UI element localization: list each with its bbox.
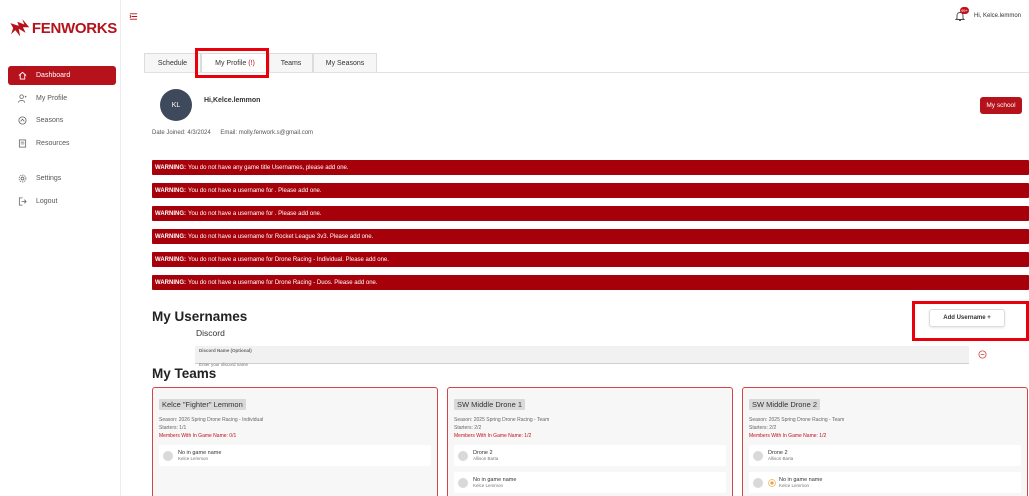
topbar-greeting: Hi, Kelce.lemmon bbox=[973, 13, 1021, 19]
warning-banner: WARNING: You do not have a username for .… bbox=[152, 183, 1029, 198]
warning-banner: WARNING: You do not have a username for D… bbox=[152, 275, 1029, 290]
team-season: Season: 2025 Spring Drone Racing - Team bbox=[749, 417, 845, 423]
sidebar-item-label: Logout bbox=[36, 197, 58, 205]
tabs-divider bbox=[144, 72, 1029, 73]
member-real-name: Allison Barta bbox=[473, 456, 499, 461]
member-avatar bbox=[753, 450, 763, 461]
menu-toggle-icon[interactable] bbox=[129, 12, 138, 21]
tab-schedule[interactable]: Schedule bbox=[144, 53, 201, 73]
tab-my-profile[interactable]: My Profile (!) bbox=[201, 53, 269, 73]
sidebar-item-label: Resources bbox=[36, 139, 70, 147]
sidebar-item-logout[interactable]: Logout bbox=[8, 192, 116, 211]
profile-header: KL Hi,Kelce.lemmon bbox=[160, 89, 260, 121]
topbar-user[interactable]: 99+ Hi, Kelce.lemmon bbox=[954, 7, 1021, 22]
team-members-ign: Members With In Game Name: 1/2 bbox=[749, 433, 827, 439]
notification-bell[interactable]: 99+ bbox=[954, 7, 969, 22]
sidebar-item-settings[interactable]: Settings bbox=[8, 169, 116, 188]
warning-list: WARNING: You do not have any game title U… bbox=[152, 160, 1029, 298]
team-cards: Kelce "Fighter" Lemmon Season: 2026 Spri… bbox=[152, 387, 1029, 496]
fenworks-logo-icon bbox=[10, 18, 30, 37]
member-avatar bbox=[458, 450, 468, 461]
profile-meta: Date Joined: 4/3/2024 Email: molly.fenwo… bbox=[152, 130, 321, 136]
sidebar-item-seasons[interactable]: Seasons bbox=[8, 111, 116, 130]
tab-label: Teams bbox=[280, 60, 302, 67]
tab-label: My Profile bbox=[215, 60, 247, 67]
sidebar-item-my-profile[interactable]: My Profile bbox=[8, 89, 116, 108]
member-avatar bbox=[753, 477, 763, 488]
team-member-row[interactable]: No in game name Kelce Lemmon bbox=[749, 472, 1021, 493]
sidebar-item-label: Settings bbox=[36, 175, 62, 182]
team-starters: Starters: 2/2 bbox=[454, 425, 482, 431]
sidebar: FENWORKS Dashboard My Profile Seasons Re… bbox=[0, 0, 121, 496]
discord-name-field[interactable]: Discord Name (Optional) bbox=[195, 346, 969, 367]
team-members-ign: Members With In Game Name: 1/2 bbox=[454, 433, 532, 439]
tab-teams[interactable]: Teams bbox=[269, 53, 313, 73]
remove-circle-icon[interactable] bbox=[978, 350, 987, 359]
member-real-name: Kelce Lemmon bbox=[473, 483, 504, 488]
warning-banner: WARNING: You do not have a username for .… bbox=[152, 206, 1029, 221]
warning-banner: WARNING: You do not have a username for R… bbox=[152, 229, 1029, 244]
sidebar-item-label: Dashboard bbox=[36, 72, 71, 79]
profile-tabs: Schedule My Profile (!) Teams My Seasons bbox=[144, 53, 377, 73]
platform-label: Discord bbox=[196, 328, 225, 338]
logout-icon bbox=[16, 195, 28, 207]
member-avatar bbox=[458, 477, 468, 488]
team-starters: Starters: 1/1 bbox=[159, 425, 187, 431]
notification-badge: 99+ bbox=[959, 7, 969, 14]
calendar-icon bbox=[16, 115, 28, 127]
sidebar-item-label: My Profile bbox=[36, 94, 68, 102]
brand-name: FENWORKS bbox=[31, 19, 117, 37]
tab-label: My Seasons bbox=[325, 60, 365, 67]
discord-name-input[interactable] bbox=[199, 362, 965, 367]
usernames-title: My Usernames bbox=[152, 309, 248, 324]
warning-banner: WARNING: You do not have a username for D… bbox=[152, 252, 1029, 267]
home-icon bbox=[16, 70, 28, 82]
email: Email: molly.fenwork.s@gmail.com bbox=[220, 130, 314, 136]
team-members-ign: Members With In Game Name: 0/1 bbox=[159, 433, 237, 439]
captain-star-icon[interactable] bbox=[768, 478, 776, 487]
team-card[interactable]: Kelce "Fighter" Lemmon Season: 2026 Spri… bbox=[152, 387, 438, 496]
team-name: SW Middle Drone 2 bbox=[749, 399, 821, 410]
add-username-button[interactable]: Add Username + bbox=[929, 309, 1005, 327]
warning-banner: WARNING: You do not have any game title U… bbox=[152, 160, 1029, 175]
my-school-button[interactable]: My school bbox=[980, 97, 1022, 114]
member-real-name: Kelce Lemmon bbox=[779, 483, 810, 488]
sidebar-nav: Dashboard My Profile Seasons Resources S… bbox=[8, 66, 116, 214]
teams-title: My Teams bbox=[152, 366, 217, 381]
team-name: SW Middle Drone 1 bbox=[454, 399, 526, 410]
tab-my-seasons[interactable]: My Seasons bbox=[313, 53, 377, 73]
team-member-row[interactable]: Drone 2 Allison Barta bbox=[454, 445, 726, 466]
team-season: Season: 2025 Spring Drone Racing - Team bbox=[454, 417, 550, 423]
team-name: Kelce "Fighter" Lemmon bbox=[159, 399, 246, 410]
team-card[interactable]: SW Middle Drone 2 Season: 2025 Spring Dr… bbox=[742, 387, 1028, 496]
app-root: FENWORKS Dashboard My Profile Seasons Re… bbox=[0, 0, 1029, 496]
tab-label: Schedule bbox=[157, 60, 188, 67]
team-member-row[interactable]: Drone 2 Allison Barta bbox=[749, 445, 1021, 466]
team-card[interactable]: SW Middle Drone 1 Season: 2025 Spring Dr… bbox=[447, 387, 733, 496]
team-member-row[interactable]: No in game name Kelce Lemmon bbox=[159, 445, 431, 466]
sidebar-item-label: Seasons bbox=[36, 117, 64, 124]
brand-logo[interactable]: FENWORKS bbox=[9, 13, 117, 43]
document-icon bbox=[16, 137, 28, 149]
date-joined: Date Joined: 4/3/2024 bbox=[152, 130, 211, 136]
team-season: Season: 2026 Spring Drone Racing - Indiv… bbox=[159, 417, 264, 423]
tab-warning-badge: (!) bbox=[248, 60, 255, 67]
team-member-row[interactable]: No in game name Kelce Lemmon bbox=[454, 472, 726, 493]
avatar[interactable]: KL bbox=[160, 89, 192, 121]
user-icon bbox=[16, 92, 28, 104]
member-real-name: Allison Barta bbox=[768, 456, 794, 461]
gear-icon bbox=[16, 173, 28, 185]
sidebar-item-dashboard[interactable]: Dashboard bbox=[8, 66, 116, 85]
team-starters: Starters: 2/2 bbox=[749, 425, 777, 431]
member-avatar bbox=[163, 450, 173, 461]
sidebar-item-resources[interactable]: Resources bbox=[8, 134, 116, 153]
profile-greeting: Hi,Kelce.lemmon bbox=[204, 96, 261, 104]
field-label: Discord Name (Optional) bbox=[199, 348, 252, 353]
member-real-name: Kelce Lemmon bbox=[178, 456, 209, 461]
